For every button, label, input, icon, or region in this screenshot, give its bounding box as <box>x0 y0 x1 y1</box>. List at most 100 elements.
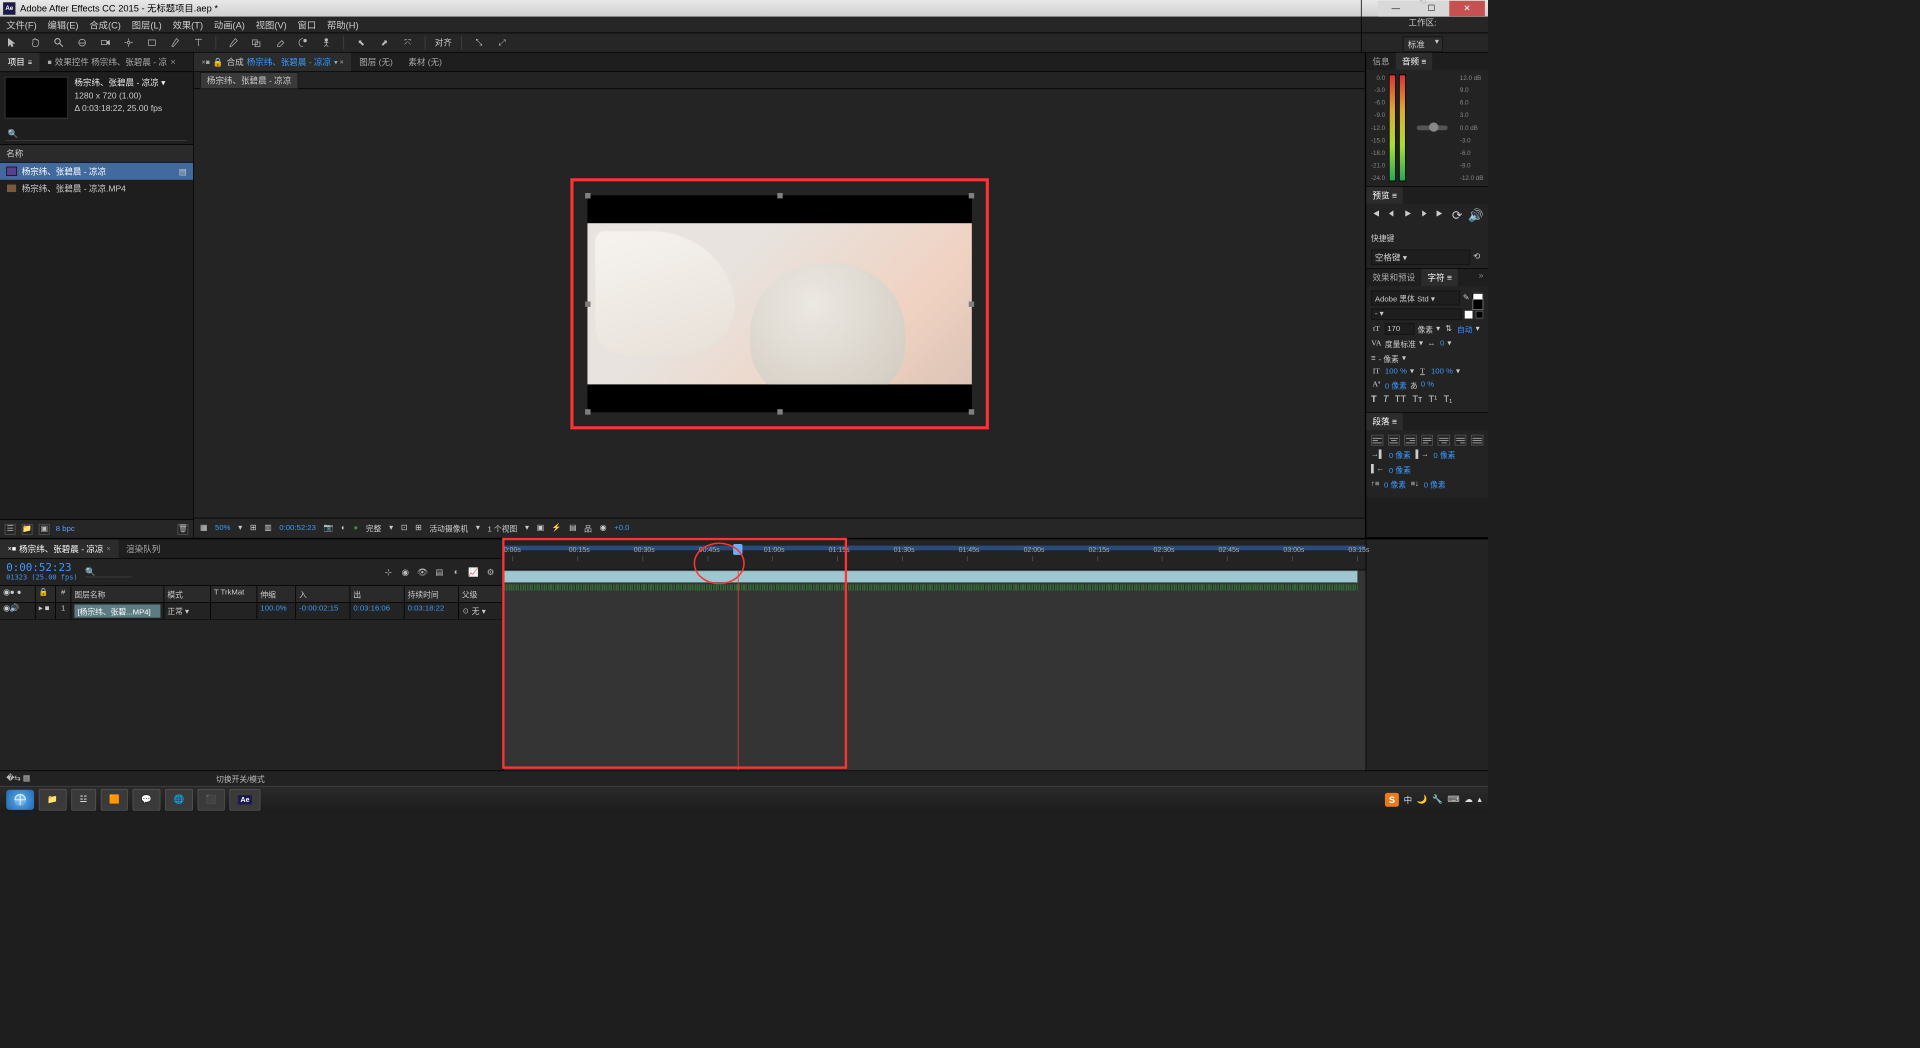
transform-handle[interactable] <box>585 301 590 306</box>
col-av-toggles[interactable]: ◉● ● <box>0 586 36 602</box>
transform-handle[interactable] <box>777 193 782 198</box>
show-channel-icon[interactable]: ◐ <box>341 524 346 533</box>
tray-cloud-icon[interactable]: ☁ <box>1464 794 1473 804</box>
hand-tool-icon[interactable] <box>28 35 43 51</box>
tracking-value[interactable]: 0 <box>1440 339 1444 348</box>
graph-editor-icon[interactable]: 📈 <box>467 566 479 578</box>
col-duration[interactable]: 持续时间 <box>405 586 459 602</box>
view-layout[interactable]: 1 个视图 <box>487 522 517 534</box>
black-swatch-icon[interactable] <box>1476 310 1484 318</box>
play-button[interactable] <box>1403 208 1413 222</box>
hscale-value[interactable]: 100 % <box>1431 367 1453 376</box>
space-after-value[interactable]: 0 像素 <box>1424 478 1446 490</box>
menu-composition[interactable]: 合成(C) <box>89 18 121 31</box>
view-axis-icon[interactable]: ⤧ <box>400 35 416 51</box>
next-frame-button[interactable] <box>1419 208 1429 222</box>
menu-layer[interactable]: 图层(L) <box>132 18 162 31</box>
toggle-transparency-icon[interactable]: ▥ <box>264 524 271 533</box>
motion-blur-icon[interactable]: ◐ <box>450 566 462 578</box>
tab-effect-controls[interactable]: ■ 效果控件 杨宗纬、张碧晨 - 凉✕ <box>40 53 184 72</box>
timeline-ruler[interactable]: 0:00s00:15s00:30s00:45s01:00s01:15s01:30… <box>504 539 1366 570</box>
snapping-collapse-icon[interactable]: ⤢ <box>494 35 510 51</box>
resolution-popup-icon[interactable]: ⊞ <box>250 524 257 533</box>
layer-out[interactable]: 0:03:16:06 <box>350 603 404 619</box>
align-center-button[interactable] <box>1388 435 1400 446</box>
white-swatch-icon[interactable] <box>1465 310 1473 318</box>
world-axis-icon[interactable]: ⬈ <box>377 35 393 51</box>
tab-paragraph[interactable]: 段落 ≡ <box>1366 413 1403 430</box>
col-in[interactable]: 入 <box>296 586 350 602</box>
pixel-aspect-icon[interactable]: ▣ <box>537 524 544 533</box>
new-comp-icon[interactable]: ▣ <box>39 524 50 535</box>
project-item-comp[interactable]: 杨宗纬、张碧晨 - 凉凉 ▤ <box>0 163 193 180</box>
align-right-button[interactable] <box>1404 435 1416 446</box>
col-parent[interactable]: 父级 <box>459 586 503 602</box>
color-management-icon[interactable]: ● <box>353 524 358 533</box>
audio-level-slider[interactable] <box>1417 126 1448 131</box>
roi-icon[interactable]: ⊡ <box>401 524 408 533</box>
tray-moon-icon[interactable]: 🌙 <box>1417 794 1428 804</box>
frame-blend-icon[interactable]: ▤ <box>433 566 445 578</box>
always-preview-icon[interactable]: ▦ <box>200 524 207 533</box>
brush-tool-icon[interactable] <box>226 35 242 51</box>
space-before-value[interactable]: 0 像素 <box>1384 478 1406 490</box>
layer-bar[interactable] <box>504 570 1358 582</box>
project-item-footage[interactable]: 杨宗纬、张碧晨 - 凉凉.MP4 <box>0 180 193 197</box>
superscript-button[interactable]: T¹ <box>1428 394 1437 405</box>
indent-first-value[interactable]: 0 像素 <box>1433 449 1455 461</box>
playhead-handle[interactable] <box>734 544 743 555</box>
timeline-icon[interactable]: ▤ <box>569 524 576 533</box>
taskbar-item[interactable]: Ae <box>230 789 261 811</box>
faux-bold-button[interactable]: T <box>1371 394 1377 405</box>
tab-preview[interactable]: 预览 ≡ <box>1366 187 1403 204</box>
tab-viewer-source[interactable]: 素材 (无) <box>401 53 450 72</box>
stroke-width-value[interactable]: - 像素 <box>1379 353 1399 365</box>
start-button[interactable] <box>6 789 34 809</box>
comp-mini-flowchart-icon[interactable]: ⊹ <box>382 566 394 578</box>
tab-effects-presets[interactable]: 效果和预设 <box>1366 269 1421 286</box>
flowchart-icon[interactable]: 品 <box>584 522 592 534</box>
taskbar-item[interactable]: ⬛ <box>197 789 225 811</box>
clone-tool-icon[interactable] <box>249 35 265 51</box>
timeline-search-input[interactable] <box>85 567 132 577</box>
tab-character[interactable]: 字符 ≡ <box>1421 269 1458 286</box>
col-out[interactable]: 出 <box>350 586 404 602</box>
menu-animation[interactable]: 动画(A) <box>214 18 245 31</box>
subscript-button[interactable]: T₁ <box>1443 394 1452 405</box>
layer-duration[interactable]: 0:03:18:22 <box>405 603 459 619</box>
prev-frame-button[interactable] <box>1387 208 1397 222</box>
transform-handle[interactable] <box>585 409 590 414</box>
text-tool-icon[interactable] <box>191 35 207 51</box>
taskbar-item[interactable]: 💬 <box>133 789 161 811</box>
font-size-input[interactable] <box>1385 323 1414 335</box>
roto-tool-icon[interactable] <box>295 35 311 51</box>
tab-viewer-comp[interactable]: ×■ 🔒 合成 杨宗纬、张碧晨 - 凉凉 ▾ × <box>194 53 352 72</box>
faux-italic-button[interactable]: T <box>1383 394 1389 405</box>
layer-name-chip[interactable]: [杨宗纬、张碧...MP4] <box>74 605 160 618</box>
viewer-quality[interactable]: 完整 <box>366 522 382 534</box>
indent-right-value[interactable]: 0 像素 <box>1389 463 1411 475</box>
fast-preview-icon[interactable]: ⚡ <box>552 524 562 533</box>
justify-right-button[interactable] <box>1455 435 1467 446</box>
timeline-track-area[interactable]: 0:00s00:15s00:30s00:45s01:00s01:15s01:30… <box>504 539 1366 770</box>
puppet-tool-icon[interactable] <box>319 35 335 51</box>
local-axis-icon[interactable]: ⬉ <box>353 35 369 51</box>
project-search-input[interactable] <box>6 128 187 141</box>
col-mode[interactable]: 模式 <box>164 586 211 602</box>
tab-timeline-comp[interactable]: ×■ 杨宗纬、张碧晨 - 凉凉 × <box>0 539 118 558</box>
transform-handle[interactable] <box>968 193 973 198</box>
orbit-tool-icon[interactable] <box>74 35 90 51</box>
col-layer-name[interactable]: 图层名称 <box>71 586 164 602</box>
timeline-timecode[interactable]: 0:00:52:23 <box>6 562 77 574</box>
tab-render-queue[interactable]: 渲染队列 <box>118 539 168 558</box>
leading-value[interactable]: 自动 <box>1457 323 1473 335</box>
active-camera[interactable]: 活动摄像机 <box>429 522 468 534</box>
menu-file[interactable]: 文件(F) <box>6 18 36 31</box>
transform-handle[interactable] <box>968 409 973 414</box>
new-folder-icon[interactable]: 📁 <box>22 524 33 535</box>
kerning-value[interactable]: 度量标准 <box>1385 338 1416 350</box>
menu-effect[interactable]: 效果(T) <box>173 18 203 31</box>
zoom-tool-icon[interactable] <box>51 35 67 51</box>
ime-icon[interactable]: S <box>1385 792 1399 806</box>
snap-toggle[interactable]: 对齐 <box>435 36 452 48</box>
